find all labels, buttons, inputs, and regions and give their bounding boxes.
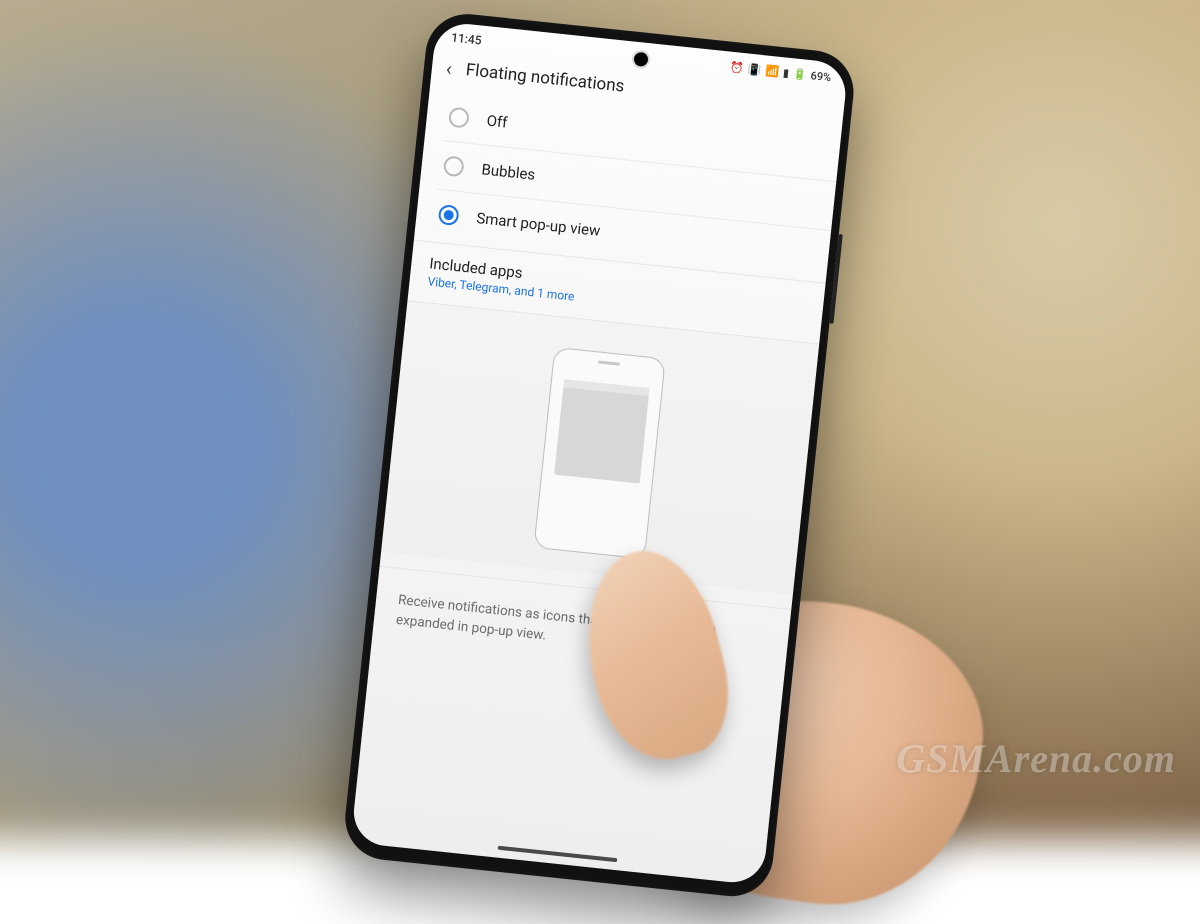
gesture-nav-bar[interactable] — [498, 846, 618, 863]
page-title: Floating notifications — [465, 60, 625, 97]
illustration-area — [381, 301, 819, 595]
option-label: Off — [486, 112, 509, 132]
signal-icon: ▮ — [782, 67, 789, 79]
back-icon[interactable]: ‹ — [445, 58, 453, 79]
radio-icon — [443, 155, 465, 177]
battery-percent: 69% — [810, 69, 832, 84]
popup-window-icon — [554, 387, 649, 484]
alarm-icon: ⏰ — [730, 61, 745, 73]
radio-icon-selected — [438, 204, 460, 226]
option-label: Smart pop-up view — [476, 209, 602, 240]
phone-screen: 11:45 ⏰ 📳 📶 ▮ 🔋 69% ‹ Floating notificat… — [351, 21, 849, 886]
phone-frame: 11:45 ⏰ 📳 📶 ▮ 🔋 69% ‹ Floating notificat… — [341, 10, 857, 900]
status-time: 11:45 — [451, 30, 483, 47]
vibrate-icon: 📳 — [747, 63, 762, 75]
option-label: Bubbles — [481, 160, 536, 184]
battery-icon: 🔋 — [792, 68, 807, 80]
radio-icon — [448, 107, 470, 129]
wifi-icon: 📶 — [765, 65, 780, 77]
popup-view-illustration — [533, 347, 666, 560]
